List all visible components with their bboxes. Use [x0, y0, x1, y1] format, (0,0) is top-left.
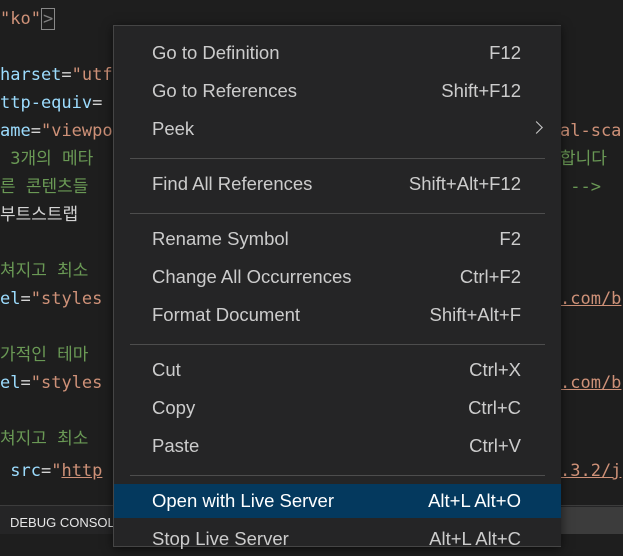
menu-item-rename-symbol[interactable]: Rename Symbol F2 [114, 222, 561, 256]
menu-item-shortcut: Shift+Alt+F12 [408, 173, 521, 194]
menu-separator [130, 344, 545, 345]
code-token: " [51, 461, 62, 481]
menu-item-cut[interactable]: Cut Ctrl+X [114, 353, 561, 387]
panel-actions-area [560, 507, 623, 534]
menu-item-paste[interactable]: Paste Ctrl+V [114, 429, 561, 463]
code-token: http [61, 461, 103, 481]
code-token: = [30, 121, 41, 141]
menu-item-label: Copy [152, 397, 196, 418]
menu-item-go-to-references[interactable]: Go to References Shift+F12 [114, 74, 561, 108]
menu-separator [130, 475, 545, 476]
code-line-overflow: al-sca [560, 120, 621, 142]
menu-item-format-document[interactable]: Format Document Shift+Alt+F [114, 298, 561, 332]
menu-item-shortcut: F2 [499, 228, 521, 249]
code-line: src="http [0, 460, 102, 482]
menu-item-label: Format Document [152, 304, 301, 325]
code-line-overflow: .3.2/j [560, 460, 621, 482]
menu-item-label: Rename Symbol [152, 228, 289, 249]
menu-item-label: Go to Definition [152, 42, 280, 63]
code-token: = [20, 289, 31, 309]
menu-item-shortcut: F12 [489, 42, 521, 63]
code-token: harset [0, 65, 62, 85]
menu-item-copy[interactable]: Copy Ctrl+C [114, 391, 561, 425]
code-token: el [0, 289, 21, 309]
menu-separator [130, 158, 545, 159]
chevron-right-icon [530, 121, 543, 134]
code-line-overflow: 합니다 [560, 148, 607, 170]
code-line: 3개의 메타 [0, 148, 93, 170]
menu-item-peek[interactable]: Peek [114, 112, 561, 146]
code-line: ttp-equiv= [0, 92, 102, 114]
code-line: 쳐지고 최소 [0, 260, 88, 282]
code-token: "ko" [0, 9, 41, 29]
code-token: = [92, 93, 103, 113]
code-token: = [61, 65, 72, 85]
code-token: = [40, 461, 52, 481]
code-token: "viewpo [40, 121, 113, 141]
code-token: al-sca [560, 121, 622, 141]
code-token: .com/b [560, 289, 622, 309]
code-token: 부트스트랩 [0, 205, 79, 225]
menu-item-shortcut: Alt+L Alt+C [429, 528, 521, 549]
code-line: 가적인 테마 [0, 344, 88, 366]
menu-item-stop-live-server[interactable]: Stop Live Server Alt+L Alt+C [114, 522, 561, 556]
code-token: src [0, 461, 41, 481]
code-line-overflow: .com/b [560, 288, 621, 310]
menu-item-change-all-occurrences[interactable]: Change All Occurrences Ctrl+F2 [114, 260, 561, 294]
code-token: > [40, 8, 56, 30]
code-line: 쳐지고 최소 [0, 428, 88, 450]
code-token: 합니다 [560, 149, 607, 169]
code-line-overflow: .com/b [560, 372, 621, 394]
menu-item-shortcut: Ctrl+V [469, 435, 521, 456]
menu-item-label: Find All References [152, 173, 313, 194]
menu-item-open-with-live-server[interactable]: Open with Live Server Alt+L Alt+O [114, 484, 561, 518]
code-line: el="styles [0, 288, 102, 310]
menu-item-shortcut: Shift+F12 [441, 80, 521, 101]
menu-separator [130, 213, 545, 214]
menu-item-label: Open with Live Server [152, 490, 335, 511]
menu-item-shortcut: Ctrl+X [469, 359, 521, 380]
menu-item-label: Peek [152, 118, 195, 139]
code-line: "ko" > [0, 8, 56, 30]
menu-item-go-to-definition[interactable]: Go to Definition F12 [114, 36, 561, 70]
code-token: ttp-equiv [0, 93, 93, 113]
code-token: = [20, 373, 31, 393]
code-line: harset="utf [0, 64, 113, 86]
menu-item-shortcut: Ctrl+F2 [459, 266, 521, 287]
menu-item-shortcut: Alt+L Alt+O [428, 490, 521, 511]
code-token: .com/b [560, 373, 622, 393]
code-token: 쳐지고 최소 [0, 429, 89, 449]
code-line: el="styles [0, 372, 102, 394]
tab-debug-console[interactable]: DEBUG CONSOLE [10, 506, 123, 534]
menu-item-shortcut: Shift+Alt+F [429, 304, 521, 325]
code-line-overflow: --> [560, 176, 601, 198]
code-token: "styles [30, 289, 103, 309]
code-token: 른 콘텐츠들 [0, 177, 89, 197]
code-token: ame [0, 121, 31, 141]
code-line: 부트스트랩 [0, 204, 78, 226]
menu-item-label: Paste [152, 435, 200, 456]
menu-item-label: Stop Live Server [152, 528, 289, 549]
menu-item-label: Cut [152, 359, 181, 380]
code-token: "utf [71, 65, 113, 85]
menu-item-find-all-references[interactable]: Find All References Shift+Alt+F12 [114, 167, 561, 201]
menu-item-label: Go to References [152, 80, 297, 101]
code-token: 가적인 테마 [0, 345, 89, 365]
code-token: 쳐지고 최소 [0, 261, 89, 281]
code-token: 3개의 메타 [0, 149, 94, 169]
code-token: el [0, 373, 21, 393]
code-line: ame="viewpo [0, 120, 113, 142]
code-token: --> [560, 177, 601, 197]
menu-item-shortcut: Ctrl+C [468, 397, 521, 418]
menu-item-label: Change All Occurrences [152, 266, 352, 287]
code-token: "styles [30, 373, 103, 393]
code-token: .3.2/j [560, 461, 622, 481]
code-line: 른 콘텐츠들 [0, 176, 88, 198]
context-menu: Go to Definition F12 Go to References Shift… [113, 25, 561, 549]
